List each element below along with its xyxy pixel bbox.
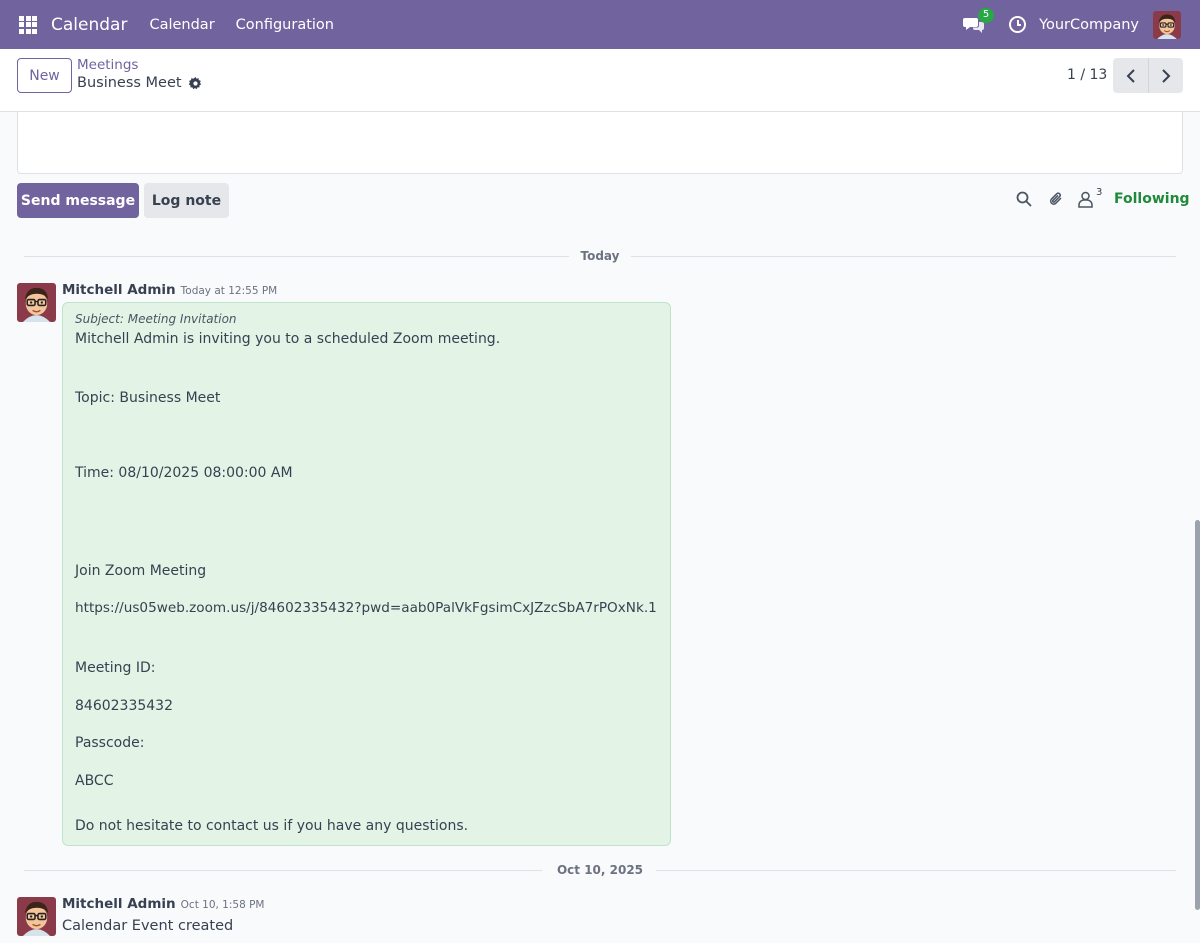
app-grid-icon[interactable] xyxy=(19,15,37,34)
menu-calendar[interactable]: Calendar xyxy=(149,17,214,33)
message-line: Topic: Business Meet xyxy=(75,390,221,406)
pager-previous-button[interactable] xyxy=(1113,58,1148,93)
activity-clock-icon[interactable] xyxy=(1009,16,1027,33)
breadcrumb-meetings[interactable]: Meetings xyxy=(77,57,138,73)
message-line: 84602335432 xyxy=(75,698,173,714)
pager-value: 1 / 13 xyxy=(1067,67,1108,83)
message-composer[interactable] xyxy=(17,112,1183,174)
message-bubble: Subject: Meeting Invitation Mitchell Adm… xyxy=(62,302,671,846)
message-line: Join Zoom Meeting xyxy=(75,563,207,579)
pager-next-button[interactable] xyxy=(1148,58,1183,93)
scrollbar[interactable] xyxy=(1195,520,1200,910)
message-line: ABCC xyxy=(75,773,114,789)
control-panel: New Meetings Business Meet 1 / 13 xyxy=(0,49,1200,112)
message-subject: Subject: Meeting Invitation xyxy=(75,312,237,326)
message-date: Today at 12:55 PM xyxy=(180,285,278,297)
breadcrumb-current: Business Meet xyxy=(77,75,202,91)
paperclip-icon[interactable] xyxy=(1048,191,1065,208)
app-title[interactable]: Calendar xyxy=(51,15,127,35)
zoom-link[interactable]: https://us05web.zoom.us/j/84602335432?pw… xyxy=(75,600,657,616)
log-note-button[interactable]: Log note xyxy=(144,183,229,218)
send-message-button[interactable]: Send message xyxy=(17,183,139,218)
author-avatar[interactable] xyxy=(17,897,56,936)
user-avatar[interactable] xyxy=(1153,10,1181,39)
date-separator-label: Oct 10, 2025 xyxy=(544,863,656,877)
chevron-right-icon xyxy=(1162,68,1171,83)
author-name[interactable]: Mitchell Admin xyxy=(62,896,176,912)
message-line: Do not hesitate to contact us if you hav… xyxy=(75,818,469,834)
follower-count: 3 xyxy=(1096,187,1103,198)
top-navbar: Calendar Calendar Configuration 5 YourCo… xyxy=(0,0,1200,49)
message-line: Mitchell Admin is inviting you to a sche… xyxy=(75,331,501,347)
author-name[interactable]: Mitchell Admin xyxy=(62,282,176,298)
record-title: Business Meet xyxy=(77,75,182,91)
author-avatar[interactable] xyxy=(17,283,56,322)
date-separator-label: Today xyxy=(568,249,632,263)
chevron-left-icon xyxy=(1126,68,1135,83)
message-line: Meeting ID: xyxy=(75,660,156,676)
menu-configuration[interactable]: Configuration xyxy=(236,17,334,33)
date-separator: Today xyxy=(24,249,1176,263)
gear-icon[interactable] xyxy=(188,76,202,90)
message-line: Time: 08/10/2025 08:00:00 AM xyxy=(75,465,293,481)
search-icon[interactable] xyxy=(1016,191,1032,207)
date-separator: Oct 10, 2025 xyxy=(24,863,1176,877)
chat-counter-badge: 5 xyxy=(978,7,995,23)
new-button[interactable]: New xyxy=(17,58,72,93)
company-switcher[interactable]: YourCompany xyxy=(1039,17,1139,33)
message-date: Oct 10, 1:58 PM xyxy=(180,899,265,911)
message-author: Mitchell Admin Oct 10, 1:58 PM xyxy=(62,896,265,912)
message-line: Passcode: xyxy=(75,735,145,751)
messaging-menu[interactable]: 5 xyxy=(963,7,995,35)
message-body: Calendar Event created xyxy=(62,918,234,934)
following-button[interactable]: Following xyxy=(1114,191,1190,207)
message-author: Mitchell Admin Today at 12:55 PM xyxy=(62,282,277,298)
followers-icon[interactable] xyxy=(1078,191,1093,208)
